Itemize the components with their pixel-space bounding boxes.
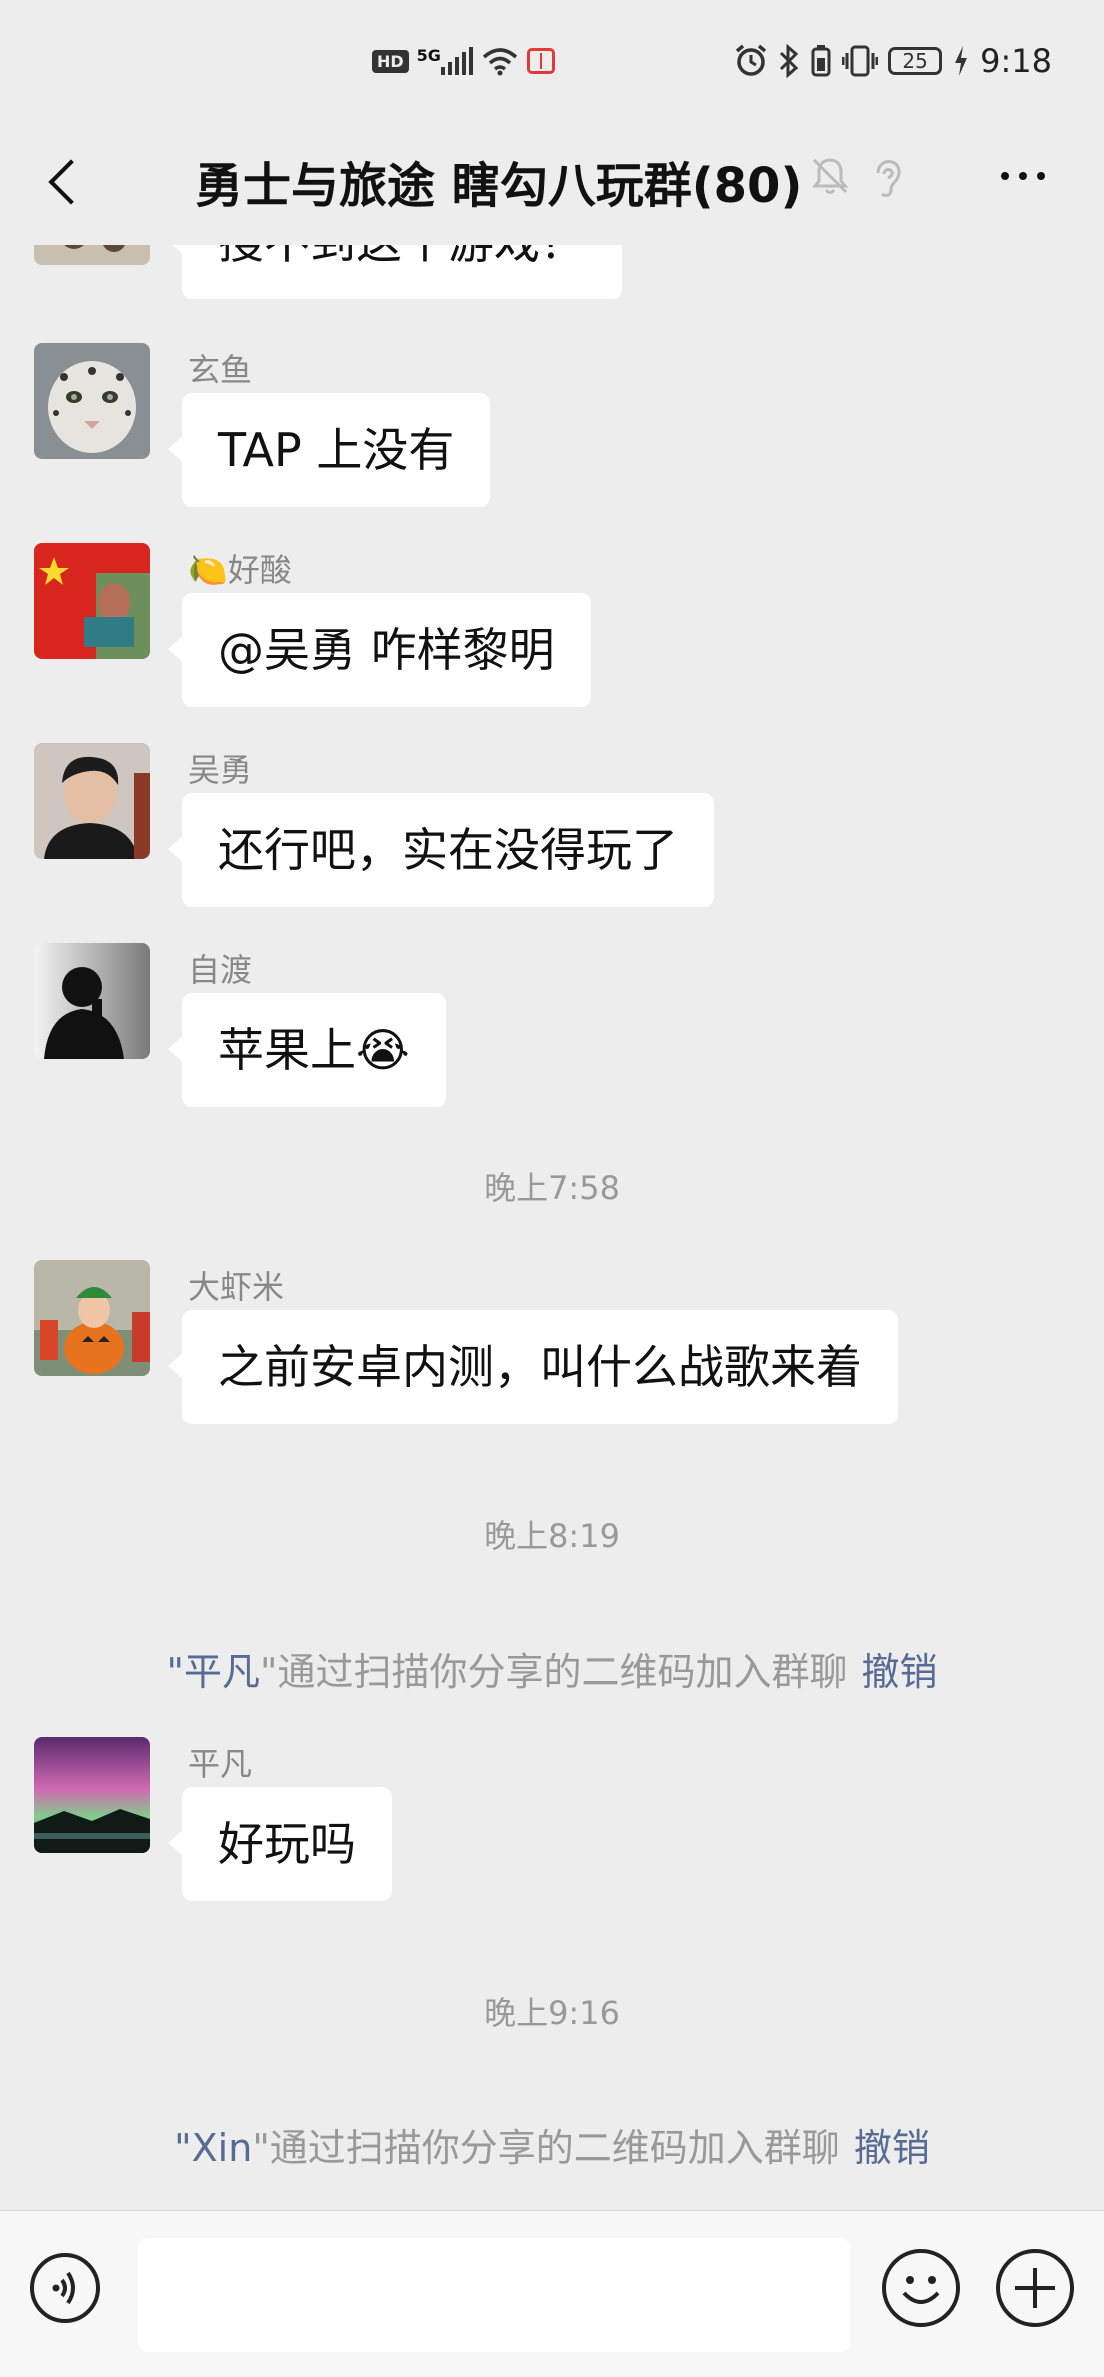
avatar[interactable] (34, 343, 150, 459)
more-icon (1001, 172, 1009, 180)
message-list[interactable]: 搜不到这个游戏？ 玄鱼 TAP 上没有 (0, 245, 1104, 2210)
back-button[interactable] (34, 152, 94, 212)
system-notice: "平凡"通过扫描你分享的二维码加入群聊 撤销 (0, 1641, 1104, 1696)
emoji-button[interactable] (882, 2249, 960, 2327)
system-notice: "Xin"通过扫描你分享的二维码加入群聊 撤销 (0, 2117, 1104, 2172)
status-bar: HD 5G 25 9:18 (0, 0, 1104, 130)
red-book-icon (526, 48, 555, 74)
timestamp: 晚上8:19 (484, 1517, 620, 1555)
notice-text: "通过扫描你分享的二维码加入群聊 (252, 2126, 840, 2170)
notice-quote: " (166, 1650, 184, 1694)
mute-bell-icon (811, 158, 849, 194)
voice-icon (52, 2271, 75, 2305)
sender-name: 玄鱼 (188, 351, 253, 389)
earpiece-icon (876, 160, 901, 197)
battery-icon: 25 (888, 47, 943, 75)
bluetooth-icon (780, 44, 799, 78)
message-bubble[interactable]: 好玩吗 (168, 1787, 392, 1901)
joined-user-link[interactable]: 平凡 (184, 1650, 260, 1694)
hd-icon: HD (372, 49, 409, 73)
message-bubble[interactable]: 还行吧，实在没得玩了 (168, 793, 714, 907)
status-right: 25 9:18 (734, 42, 1052, 80)
undo-link[interactable]: 撤销 (861, 1650, 937, 1694)
sender-name: 自渡 (188, 951, 253, 989)
battery-saver-icon (811, 45, 831, 77)
message-bubble[interactable]: 苹果上😭 (168, 993, 446, 1107)
chat-title: 勇士与旅途 瞎勾八玩群(80) (195, 158, 803, 214)
more-button[interactable] (988, 156, 1058, 196)
network-type: 5G (416, 46, 441, 65)
message-bubble[interactable]: 之前安卓内测，叫什么战歌来着 (168, 1310, 898, 1424)
sender-name: 大虾米 (188, 1268, 285, 1306)
undo-link[interactable]: 撤销 (854, 2126, 930, 2170)
charging-icon (955, 46, 968, 76)
alarm-icon (736, 44, 767, 76)
back-icon (48, 159, 94, 205)
chat-header: 勇士与旅途 瞎勾八玩群(80) (0, 130, 1104, 245)
input-bar (0, 2210, 1104, 2377)
sender-name: 平凡 (188, 1745, 253, 1783)
wifi-icon (482, 48, 518, 76)
avatar[interactable] (34, 1737, 150, 1853)
signal-icon: 5G (416, 46, 473, 75)
notice-quote: " (174, 2126, 192, 2170)
timestamp: 晚上9:16 (484, 1994, 620, 2032)
notice-text: "通过扫描你分享的二维码加入群聊 (260, 1650, 848, 1694)
avatar[interactable] (34, 743, 150, 859)
timestamp: 晚上7:58 (484, 1169, 620, 1207)
message-input[interactable] (138, 2238, 850, 2352)
sender-name: 吴勇 (188, 751, 253, 789)
avatar[interactable] (34, 543, 150, 659)
message-bubble[interactable]: @吴勇 咋样黎明 (168, 593, 591, 707)
emoji-icon (902, 2276, 940, 2304)
avatar[interactable] (34, 1260, 150, 1376)
status-left: HD 5G (372, 46, 555, 76)
clock: 9:18 (980, 42, 1052, 80)
message-bubble[interactable]: 搜不到这个游戏？ (168, 245, 622, 299)
avatar[interactable] (34, 943, 150, 1059)
plus-button[interactable] (996, 2249, 1074, 2327)
vibrate-icon (842, 45, 879, 77)
joined-user-link[interactable]: Xin (192, 2126, 253, 2170)
avatar[interactable] (34, 245, 150, 265)
sender-name: 🍋好酸 (188, 551, 292, 589)
message-bubble[interactable]: TAP 上没有 (167, 393, 491, 507)
voice-button[interactable] (30, 2253, 100, 2323)
